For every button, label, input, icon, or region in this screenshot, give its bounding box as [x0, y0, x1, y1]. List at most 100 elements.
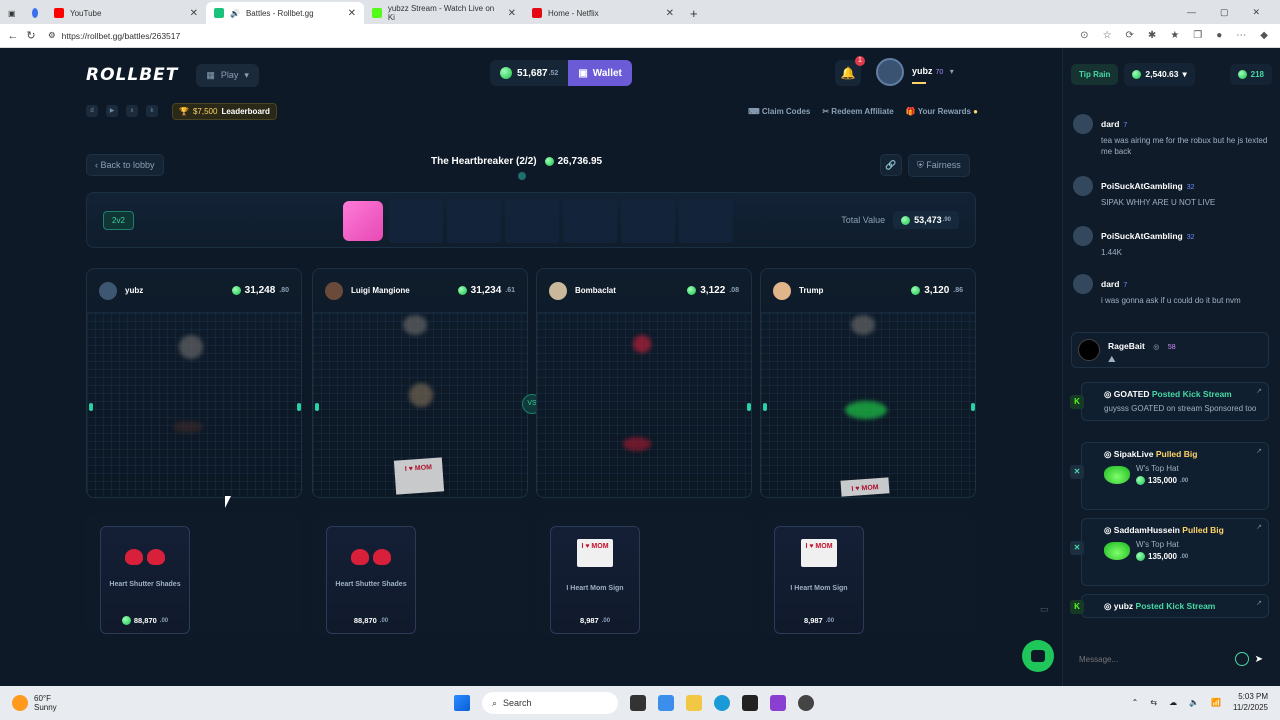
app-icon[interactable] — [798, 695, 814, 711]
url-field[interactable]: ⚙ https://rollbet.gg/battles/263517 — [48, 30, 1080, 41]
play-menu-button[interactable]: ▦ Play ▾ — [196, 63, 259, 87]
wifi-icon[interactable]: 📶 — [1211, 698, 1221, 707]
favorites-icon[interactable]: ★ — [1170, 30, 1179, 41]
chevron-up-icon[interactable]: ⌃ — [1132, 698, 1139, 707]
taskbar-search[interactable]: ⌕ Search — [482, 692, 618, 714]
x-social-icon[interactable]: x — [126, 105, 138, 117]
epic-games-icon[interactable] — [742, 695, 758, 711]
speaker-icon[interactable]: 🔊 — [230, 9, 240, 18]
tip-rain-button[interactable]: Tip Rain — [1071, 63, 1119, 85]
clock[interactable]: 5:03 PM 11/2/2025 — [1233, 691, 1268, 713]
player-name[interactable]: Bombaclat — [575, 286, 679, 295]
more-icon[interactable]: ⋯ — [1236, 30, 1246, 41]
event-author[interactable]: SaddamHussein — [1114, 525, 1180, 535]
app-icon[interactable] — [770, 695, 786, 711]
tab-youtube[interactable]: YouTube ✕ — [46, 2, 206, 24]
notifications-button[interactable]: 🔔 1 — [835, 56, 865, 86]
player-name[interactable]: Trump — [799, 286, 903, 295]
avatar[interactable] — [1078, 339, 1100, 361]
collections-icon[interactable]: ❐ — [1193, 30, 1202, 41]
close-icon[interactable]: ✕ — [1070, 465, 1084, 479]
message-author[interactable]: dard — [1101, 279, 1119, 289]
avatar[interactable] — [773, 281, 791, 300]
external-link-icon[interactable]: ↗ — [1256, 387, 1262, 395]
copilot-icon[interactable]: ◆ — [1260, 30, 1268, 41]
chat-toggle-icon[interactable]: ▭ — [1040, 604, 1049, 615]
star-icon[interactable]: ☆ — [1103, 30, 1112, 41]
message-author[interactable]: PoiSuckAtGambling — [1101, 181, 1183, 191]
reader-icon[interactable]: ⊙ — [1080, 30, 1088, 41]
close-icon[interactable]: ✕ — [190, 8, 198, 19]
message-author[interactable]: PoiSuckAtGambling — [1101, 231, 1183, 241]
extensions-icon[interactable]: ✱ — [1148, 30, 1156, 41]
external-link-icon[interactable]: ↗ — [1256, 523, 1262, 531]
refresh-icon[interactable]: ↻ — [22, 29, 40, 42]
message-author[interactable]: dard — [1101, 119, 1119, 129]
send-icon[interactable]: ➤ — [1255, 654, 1263, 665]
rollbet-logo[interactable]: ROLLBET — [86, 65, 178, 85]
fairness-button[interactable]: ⛨ Fairness — [908, 154, 970, 177]
network-icon[interactable]: ⇆ — [1150, 698, 1157, 707]
event-author[interactable]: SipakLive — [1114, 449, 1154, 459]
player-name[interactable]: yubz — [125, 286, 224, 295]
event-author[interactable]: yubz — [1114, 601, 1133, 611]
avatar[interactable] — [99, 281, 117, 300]
chat-bubble-button[interactable] — [1022, 640, 1054, 672]
external-link-icon[interactable]: ↗ — [1256, 599, 1262, 607]
avatar[interactable] — [1073, 176, 1093, 196]
result-item[interactable]: Heart Shutter Shades 88,870.00 — [100, 526, 190, 634]
user-menu[interactable]: yubz 70 ▾ — [876, 58, 954, 86]
close-icon[interactable]: ✕ — [666, 8, 674, 19]
copilot-app-icon[interactable] — [658, 695, 674, 711]
browser-profile-icon[interactable] — [24, 2, 46, 24]
result-item[interactable]: I ♥ MOM I Heart Mom Sign 8,987.00 — [774, 526, 864, 634]
back-arrow-icon[interactable]: ← — [4, 30, 22, 42]
close-icon[interactable]: ✕ — [348, 8, 356, 19]
avatar[interactable] — [549, 281, 567, 300]
globe-icon[interactable] — [1234, 652, 1249, 666]
tab-actions-icon[interactable]: ▣ — [0, 2, 24, 24]
task-view-icon[interactable] — [630, 695, 646, 711]
chat-message-input[interactable] — [1079, 654, 1229, 664]
event-author[interactable]: GOATED — [1114, 389, 1150, 399]
close-window-icon[interactable]: ✕ — [1252, 7, 1260, 18]
tab-rollbet[interactable]: 🔊 Battles - Rollbet.gg ✕ — [206, 2, 364, 24]
back-to-lobby-button[interactable]: ‹ Back to lobby — [86, 154, 164, 176]
tab-kick[interactable]: yubzz Stream - Watch Live on Ki ✕ — [364, 2, 524, 24]
balance-display[interactable]: 51,687.52 — [490, 60, 569, 86]
avatar[interactable] — [1073, 226, 1093, 246]
avatar[interactable] — [1073, 274, 1093, 294]
rain-amount[interactable]: 2,540.63 ▾ — [1124, 62, 1195, 86]
site-info-icon[interactable]: ⚙ — [48, 30, 56, 41]
weather-widget[interactable]: 60°F Sunny — [12, 694, 57, 712]
file-explorer-icon[interactable] — [686, 695, 702, 711]
result-item[interactable]: I ♥ MOM I Heart Mom Sign 8,987.00 — [550, 526, 640, 634]
avatar[interactable] — [1073, 114, 1093, 134]
tab-netflix[interactable]: Home - Netflix ✕ — [524, 2, 682, 24]
volume-icon[interactable]: 🔈 — [1189, 698, 1199, 707]
new-tab-icon[interactable]: + — [682, 2, 702, 24]
external-link-icon[interactable]: ↗ — [1256, 447, 1262, 455]
cloud-icon[interactable]: ☁ — [1169, 698, 1177, 707]
wallet-button[interactable]: ▣ Wallet — [568, 60, 632, 86]
avatar[interactable] — [325, 281, 343, 300]
close-icon[interactable]: ✕ — [508, 8, 516, 19]
maximize-icon[interactable]: ▢ — [1220, 7, 1229, 18]
share-link-button[interactable]: 🔗 — [880, 154, 902, 176]
discord-icon[interactable]: d — [86, 105, 98, 117]
youtube-social-icon[interactable]: ▶ — [106, 105, 118, 117]
heart-case-image[interactable] — [343, 201, 383, 241]
edge-icon[interactable] — [714, 695, 730, 711]
result-item[interactable]: Heart Shutter Shades 88,870.00 — [326, 526, 416, 634]
kick-social-icon[interactable]: k — [146, 105, 158, 117]
windows-start-icon[interactable] — [454, 695, 470, 711]
claim-codes-link[interactable]: ⌨ Claim Codes — [748, 107, 810, 116]
profile-icon[interactable]: ● — [1216, 30, 1222, 41]
leaderboard-button[interactable]: 🏆 $7,500 Leaderboard — [172, 102, 277, 120]
player-name[interactable]: Luigi Mangione — [351, 286, 450, 295]
message-author[interactable]: RageBait — [1108, 341, 1145, 351]
redeem-affiliate-link[interactable]: ✂ Redeem Affiliate — [822, 107, 893, 116]
minimize-icon[interactable]: — — [1187, 7, 1196, 18]
close-icon[interactable]: ✕ — [1070, 541, 1084, 555]
refresh-extension-icon[interactable]: ⟳ — [1126, 30, 1134, 41]
